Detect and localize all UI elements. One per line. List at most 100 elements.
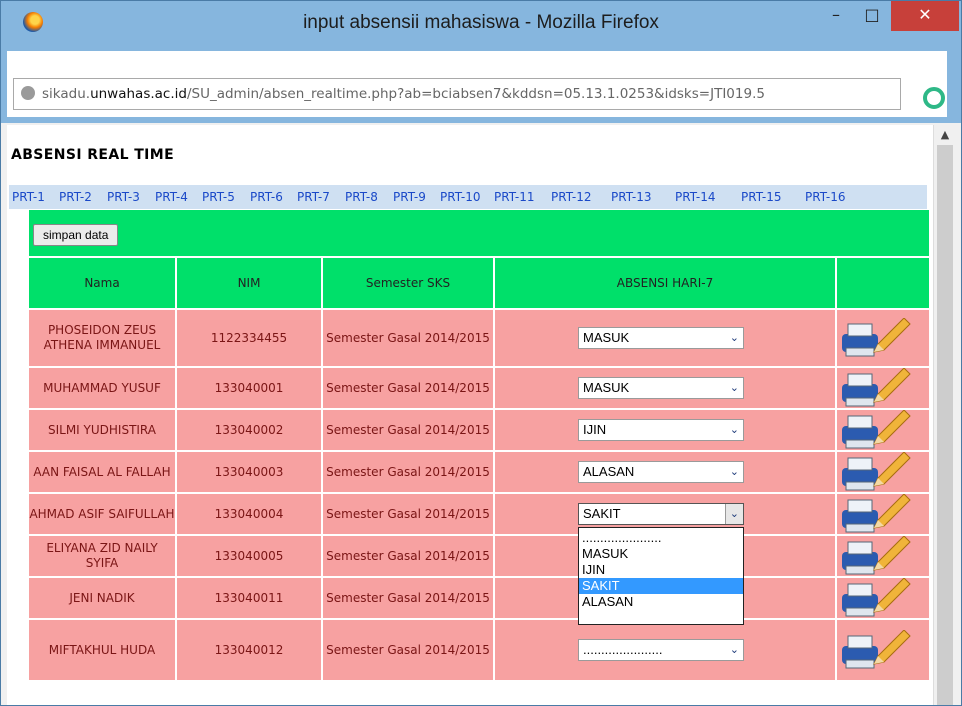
chevron-down-icon: ⌄ — [729, 644, 739, 656]
table-row: MUHAMMAD YUSUF 133040001 Semester Gasal … — [29, 368, 929, 408]
print-edit-icon[interactable] — [840, 368, 916, 408]
print-edit-icon[interactable] — [840, 536, 916, 576]
table-row: AAN FAISAL AL FALLAH 133040003 Semester … — [29, 452, 929, 492]
table-row: ELIYANA ZID NAILY SYIFA 133040005 Semest… — [29, 536, 929, 576]
table-row: SILMI YUDHISTIRA 133040002 Semester Gasa… — [29, 410, 929, 450]
cell-semester: Semester Gasal 2014/2015 — [323, 452, 495, 492]
vertical-scrollbar[interactable]: ▲ — [933, 125, 956, 705]
meeting-link-10[interactable]: PRT-10 — [440, 185, 481, 209]
scroll-thumb[interactable] — [937, 145, 953, 705]
meeting-link-16[interactable]: PRT-16 — [805, 185, 846, 209]
meeting-link-13[interactable]: PRT-13 — [611, 185, 652, 209]
title-bar[interactable]: input absensii mahasiswa - Mozilla Firef… — [1, 1, 961, 45]
select-value: ...................... — [583, 642, 663, 657]
maximize-button[interactable]: □ — [855, 1, 889, 31]
dropdown-option[interactable]: ALASAN — [579, 594, 743, 610]
cell-semester: Semester Gasal 2014/2015 — [323, 410, 495, 450]
cell-nim: 133040005 — [177, 536, 323, 576]
dropdown-option[interactable]: ...................... — [579, 530, 743, 546]
cell-nim: 133040004 — [177, 494, 323, 534]
print-edit-icon[interactable] — [840, 578, 916, 618]
window-title: input absensii mahasiswa - Mozilla Firef… — [303, 12, 659, 33]
header-nama: Nama — [29, 258, 177, 308]
cell-semester: Semester Gasal 2014/2015 — [323, 494, 495, 534]
address-bar[interactable]: sikadu.unwahas.ac.id/SU_admin/absen_real… — [13, 78, 901, 110]
chevron-down-icon: ⌄ — [729, 424, 739, 436]
cell-nim: 1122334455 — [177, 310, 323, 366]
meeting-link-3[interactable]: PRT-3 — [107, 185, 140, 209]
cell-nama: ELIYANA ZID NAILY SYIFA — [29, 536, 177, 576]
url-text: sikadu.unwahas.ac.id/SU_admin/absen_real… — [42, 79, 765, 109]
table-row: PHOSEIDON ZEUS ATHENA IMMANUEL 112233445… — [29, 310, 929, 366]
cell-nim: 133040001 — [177, 368, 323, 408]
table-header: Nama NIM Semester SKS ABSENSI HARI-7 — [29, 258, 929, 308]
cell-semester: Semester Gasal 2014/2015 — [323, 536, 495, 576]
page-heading: ABSENSI REAL TIME — [11, 147, 175, 163]
cell-nim: 133040002 — [177, 410, 323, 450]
meeting-link-4[interactable]: PRT-4 — [155, 185, 188, 209]
cell-nama: PHOSEIDON ZEUS ATHENA IMMANUEL — [29, 310, 177, 366]
attendance-select[interactable]: IJIN ⌄ — [578, 419, 744, 441]
cell-nim: 133040003 — [177, 452, 323, 492]
cell-nama: SILMI YUDHISTIRA — [29, 410, 177, 450]
save-button[interactable]: simpan data — [33, 224, 119, 246]
close-button[interactable]: ✕ — [891, 1, 959, 31]
attendance-select[interactable]: MASUK ⌄ — [578, 327, 744, 349]
meeting-link-9[interactable]: PRT-9 — [393, 185, 426, 209]
meeting-link-1[interactable]: PRT-1 — [12, 185, 45, 209]
print-edit-icon[interactable] — [840, 452, 916, 492]
meeting-link-12[interactable]: PRT-12 — [551, 185, 592, 209]
scroll-up-icon[interactable]: ▲ — [934, 125, 956, 145]
address-area: sikadu.unwahas.ac.id/SU_admin/absen_real… — [7, 51, 947, 117]
minimize-button[interactable]: – — [819, 1, 853, 31]
meeting-link-11[interactable]: PRT-11 — [494, 185, 535, 209]
print-edit-icon[interactable] — [840, 494, 916, 534]
meeting-link-6[interactable]: PRT-6 — [250, 185, 283, 209]
select-value: ALASAN — [583, 464, 635, 479]
dropdown-option[interactable]: MASUK — [579, 546, 743, 562]
toolbar: sikadu.unwahas.ac.id/SU_admin/absen_real… — [1, 45, 961, 123]
url-domain: unwahas.ac.id — [90, 86, 187, 102]
attendance-select[interactable]: SAKIT ⌄ — [578, 503, 744, 525]
table-row: JENI NADIK 133040011 Semester Gasal 2014… — [29, 578, 929, 618]
cell-semester: Semester Gasal 2014/2015 — [323, 620, 495, 680]
meeting-link-7[interactable]: PRT-7 — [297, 185, 330, 209]
attendance-select[interactable]: ALASAN ⌄ — [578, 461, 744, 483]
cell-semester: Semester Gasal 2014/2015 — [323, 368, 495, 408]
meeting-nav: PRT-1 PRT-2 PRT-3 PRT-4 PRT-5 PRT-6 PRT-… — [9, 185, 927, 209]
header-aksi — [837, 258, 929, 308]
chevron-down-icon: ⌄ — [729, 382, 739, 394]
cell-nim: 133040012 — [177, 620, 323, 680]
meeting-link-8[interactable]: PRT-8 — [345, 185, 378, 209]
table-row: AHMAD ASIF SAIFULLAH 133040004 Semester … — [29, 494, 929, 534]
print-edit-icon[interactable] — [840, 318, 916, 358]
cell-semester: Semester Gasal 2014/2015 — [323, 310, 495, 366]
chevron-down-icon: ⌄ — [729, 466, 739, 478]
save-bar: simpan data — [29, 210, 929, 256]
cell-nama: AAN FAISAL AL FALLAH — [29, 452, 177, 492]
cell-semester: Semester Gasal 2014/2015 — [323, 578, 495, 618]
dropdown-option[interactable]: IJIN — [579, 562, 743, 578]
dropdown-option-selected[interactable]: SAKIT — [579, 578, 743, 594]
print-edit-icon[interactable] — [840, 410, 916, 450]
meeting-link-14[interactable]: PRT-14 — [675, 185, 716, 209]
meeting-link-15[interactable]: PRT-15 — [741, 185, 782, 209]
meeting-link-5[interactable]: PRT-5 — [202, 185, 235, 209]
header-nim: NIM — [177, 258, 323, 308]
select-value: MASUK — [583, 380, 630, 395]
cell-nama: MIFTAKHUL HUDA — [29, 620, 177, 680]
page-content: ABSENSI REAL TIME PRT-1 PRT-2 PRT-3 PRT-… — [7, 125, 933, 705]
cell-nim: 133040011 — [177, 578, 323, 618]
attendance-select[interactable]: ...................... ⌄ — [578, 639, 744, 661]
url-prefix: sikadu. — [42, 86, 91, 102]
select-value: MASUK — [583, 330, 630, 345]
select-value: SAKIT — [583, 506, 621, 521]
attendance-select[interactable]: MASUK ⌄ — [578, 377, 744, 399]
table-row: MIFTAKHUL HUDA 133040012 Semester Gasal … — [29, 620, 929, 680]
print-edit-icon[interactable] — [840, 630, 916, 670]
attendance-dropdown-list: ...................... MASUK IJIN SAKIT … — [578, 527, 744, 625]
extension-icon[interactable] — [923, 87, 945, 109]
meeting-link-2[interactable]: PRT-2 — [59, 185, 92, 209]
header-semester: Semester SKS — [323, 258, 495, 308]
url-path: /SU_admin/absen_realtime.php?ab=bciabsen… — [186, 86, 765, 102]
